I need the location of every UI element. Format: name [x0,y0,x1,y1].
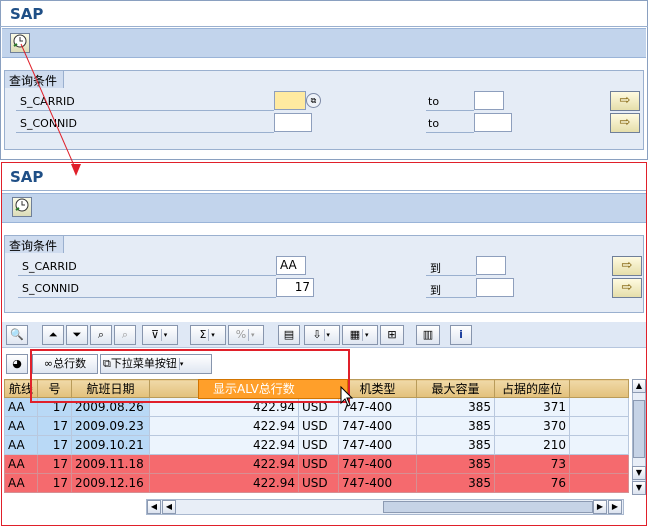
arrow-line [20,43,77,171]
mouse-cursor-icon [340,385,354,407]
arrow-head [71,164,81,176]
annotation-arrow [20,43,354,407]
